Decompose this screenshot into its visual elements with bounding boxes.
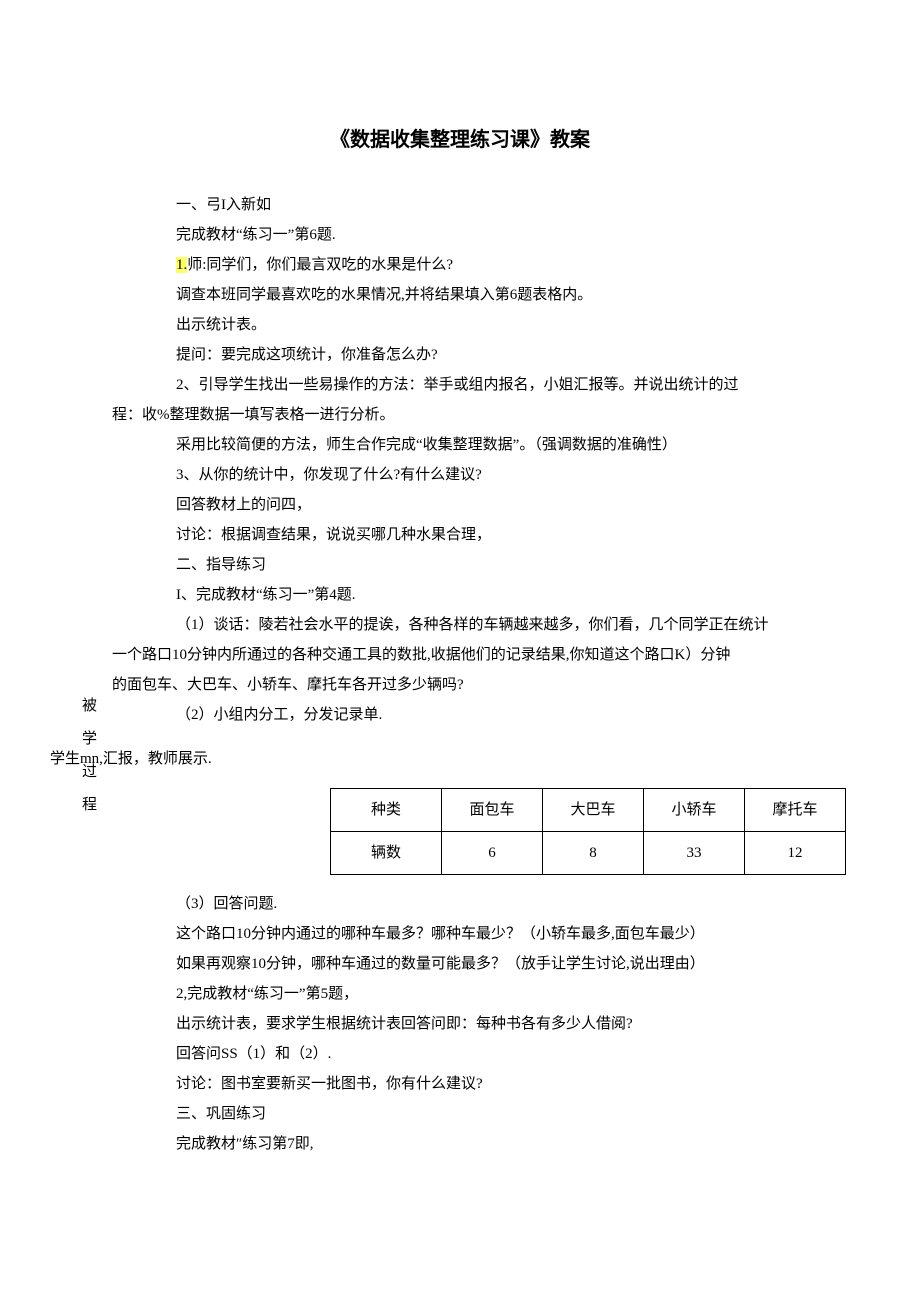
paragraph: 3、从你的统计中，你发现了什么?有什么建议? [146, 460, 870, 490]
side-char: 被 [82, 690, 102, 723]
text: 师:同学们，你们最言双吃的水果是什么? [187, 257, 453, 273]
paragraph: 调查本班同学最喜欢吃的水果情况,并将结果填入第6题表格内。 [146, 280, 870, 310]
table-row: 种类 面包车 大巴车 小轿车 摩托车 [331, 789, 846, 832]
paragraph: 提问：要完成这项统计，你准备怎么办? [146, 340, 870, 370]
paragraph: （2）小组内分工，分发记录单. [146, 700, 870, 730]
document-page: 《数据收集整理练习课》教案 被 学 过 程 一、弓I入新如 完成教材“练习一”第… [0, 0, 920, 1219]
paragraph: 1.师:同学们，你们最言双吃的水果是什么? [146, 250, 870, 280]
paragraph: 回答问SS（1）和（2）. [146, 1039, 870, 1069]
paragraph: 完成教材“练习一”第6题. [146, 220, 870, 250]
side-char: 学 [82, 723, 102, 756]
paragraph: （3）回答问题. [146, 889, 870, 919]
paragraph: 三、巩固练习 [146, 1099, 870, 1129]
paragraph: 2,完成教材“练习一”第5题， [146, 979, 870, 1009]
paragraph: 采用比较简便的方法，师生合作完成“收集整理数据”。（强调数据的准确性） [146, 430, 870, 460]
table-cell: 8 [543, 832, 644, 875]
table-header: 大巴车 [543, 789, 644, 832]
paragraph: 2、引导学生找出一些易操作的方法：举手或组内报名，小姐汇报等。并说出统计的过 [146, 370, 870, 400]
table-cell: 12 [745, 832, 846, 875]
paragraph: 如果再观察10分钟，哪种车通过的数量可能最多？（放手让学生讨论,说出理由） [146, 949, 870, 979]
paragraph: I、完成教材“练习一”第4题. [146, 580, 870, 610]
table-cell: 辆数 [331, 832, 442, 875]
paragraph: 学生mn,汇报，教师展示. [50, 744, 870, 774]
paragraph: 一个路口10分钟内所通过的各种交通工具的数批,收据他们的记录结果,你知道这个路口… [112, 640, 870, 670]
paragraph: 出示统计表。 [146, 310, 870, 340]
page-title: 《数据收集整理练习课》教案 [50, 120, 870, 160]
table-header: 小轿车 [644, 789, 745, 832]
table-cell: 33 [644, 832, 745, 875]
paragraph: 出示统计表，要求学生根据统计表回答问即：每种书各有多少人借阅? [146, 1009, 870, 1039]
side-char: 程 [82, 789, 102, 822]
table-header: 摩托车 [745, 789, 846, 832]
paragraph: 二、指导练习 [146, 550, 870, 580]
paragraph: （1）谈话：陵若社会水平的提诶，各种各样的车辆越来越多，你们看，几个同学正在统计 [146, 610, 870, 640]
table-header: 面包车 [442, 789, 543, 832]
table-row: 辆数 6 8 33 12 [331, 832, 846, 875]
paragraph: 一、弓I入新如 [146, 190, 870, 220]
paragraph: 的面包车、大巴车、小轿车、摩托车各开过多少辆吗? [112, 670, 870, 700]
paragraph: 完成教材″练习第7即, [146, 1129, 870, 1159]
paragraph: 讨论：图书室要新买一批图书，你有什么建议? [146, 1069, 870, 1099]
table-header: 种类 [331, 789, 442, 832]
paragraph: 程：收%整理数据一填写表格一进行分析。 [112, 400, 870, 430]
vehicle-table: 种类 面包车 大巴车 小轿车 摩托车 辆数 6 8 33 12 [330, 788, 846, 875]
body-content: 被 学 过 程 一、弓I入新如 完成教材“练习一”第6题. 1.师:同学们，你们… [50, 190, 870, 1159]
highlight-text: 1. [176, 257, 187, 273]
paragraph: 这个路口10分钟内通过的哪种车最多？哪种车最少？（小轿车最多,面包车最少） [146, 919, 870, 949]
paragraph: 讨论：根据调查结果，说说买哪几种水果合理， [146, 520, 870, 550]
side-label: 被 学 过 程 [82, 690, 102, 822]
paragraph: 回答教材上的问四， [146, 490, 870, 520]
side-char: 过 [82, 756, 102, 789]
table-cell: 6 [442, 832, 543, 875]
